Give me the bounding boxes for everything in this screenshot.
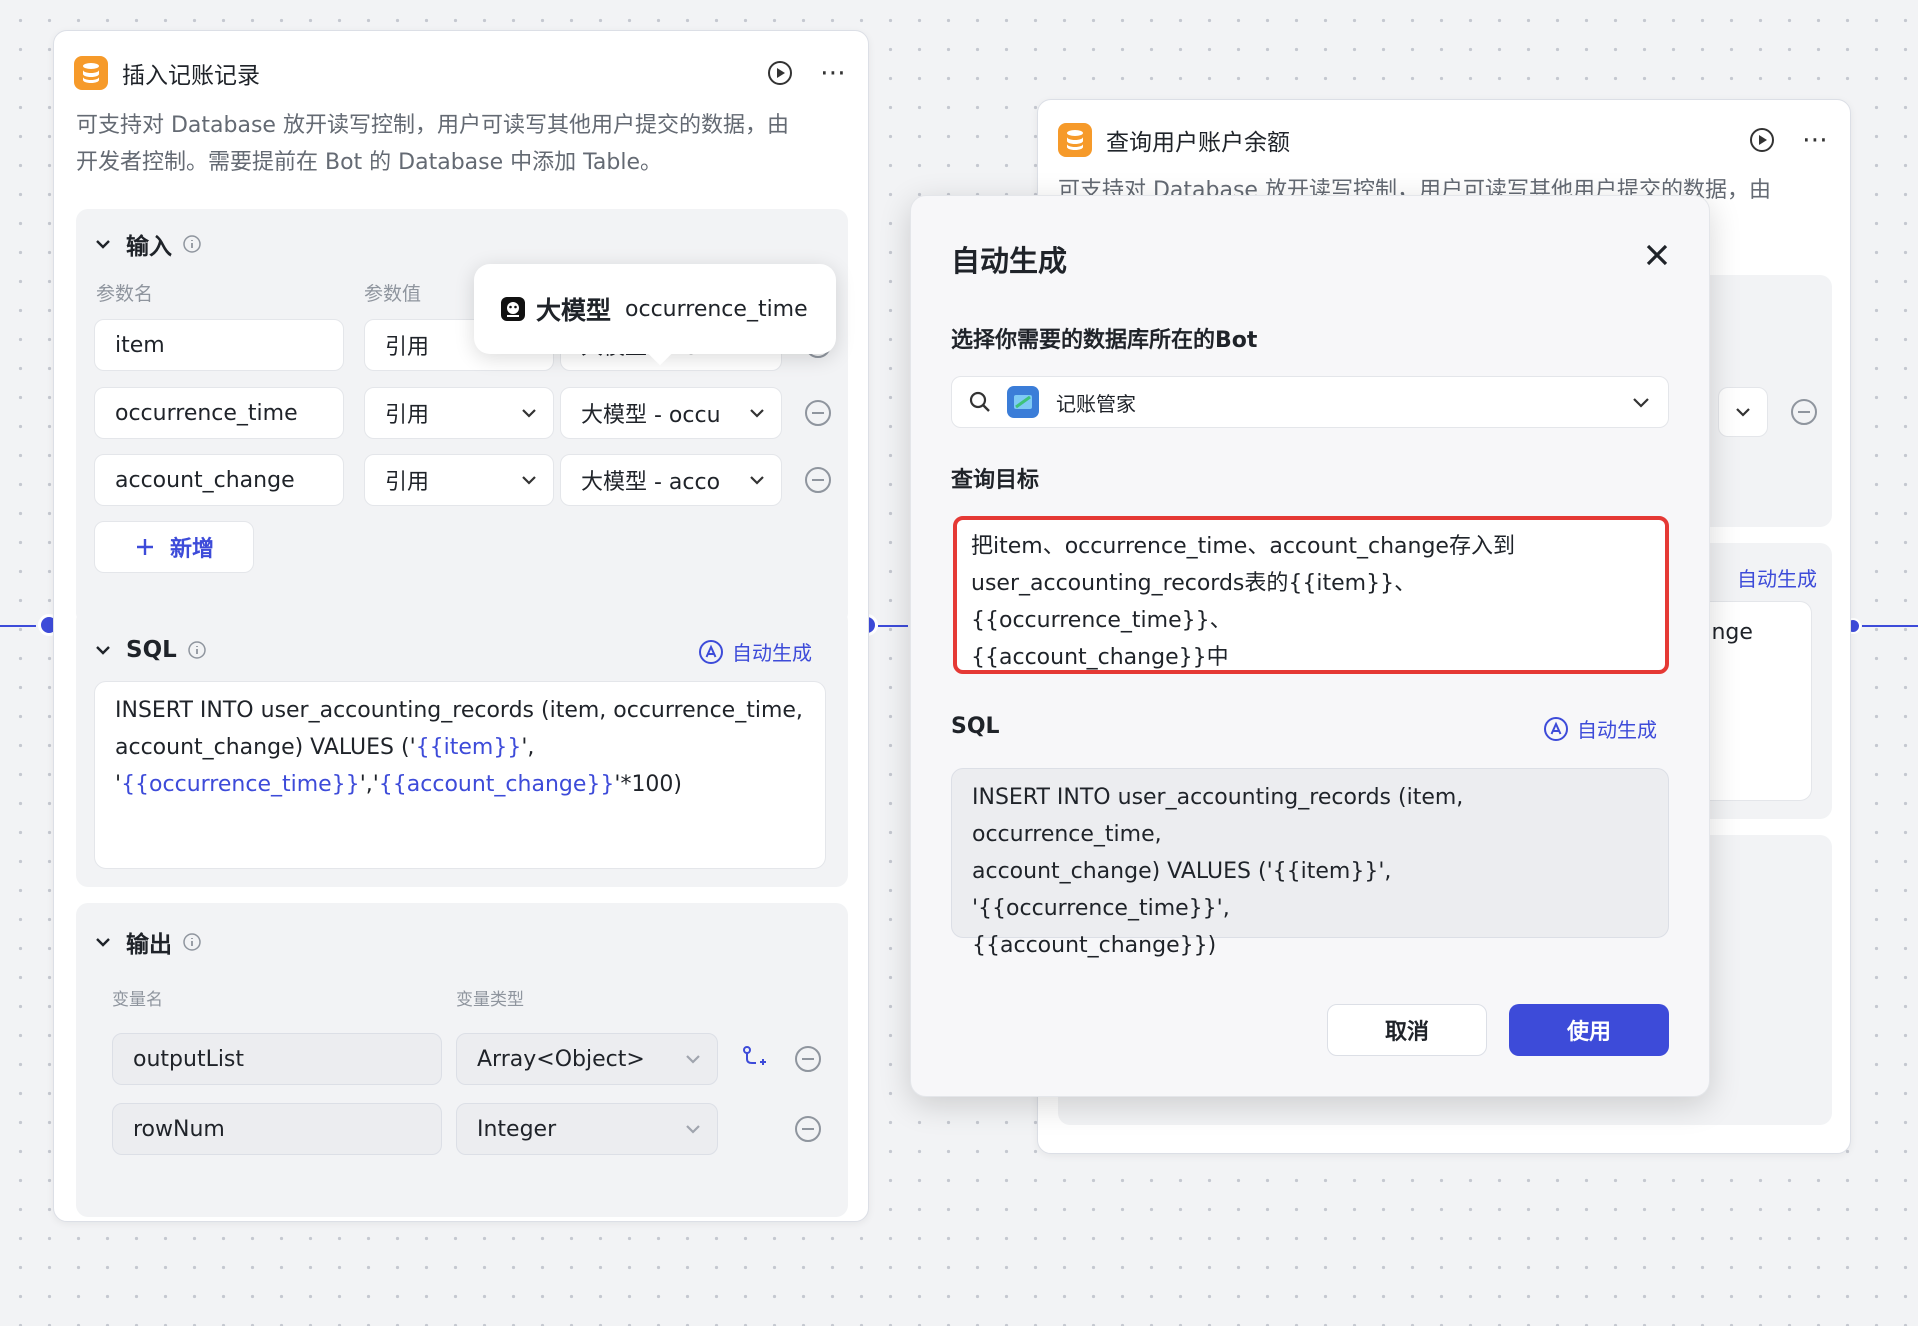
database-icon <box>74 56 108 90</box>
info-icon[interactable] <box>182 932 202 952</box>
plus-icon <box>136 539 153 555</box>
close-icon[interactable] <box>1644 242 1670 268</box>
remove-param-icon[interactable] <box>1788 396 1820 428</box>
ref-value-select[interactable]: 大模型 - occu <box>560 387 782 439</box>
ref-type-select[interactable]: 引用 <box>364 387 554 439</box>
add-param-button[interactable]: 新增 <box>94 521 254 573</box>
outgoing-wire <box>1862 625 1918 627</box>
param-name-field[interactable]: account_change <box>94 454 344 506</box>
bot-select-label: 选择你需要的数据库所在的Bot <box>951 328 1258 353</box>
chevron-down-icon <box>96 240 110 249</box>
chevron-down-icon <box>750 476 764 485</box>
sql-section-header[interactable]: SQL <box>94 637 207 663</box>
node-title: 插入记账记录 <box>122 63 260 89</box>
output-var-name-field[interactable]: rowNum <box>112 1103 442 1155</box>
info-icon[interactable] <box>182 234 202 254</box>
search-icon <box>969 391 990 412</box>
chevron-down-icon <box>96 646 110 655</box>
connecting-wire <box>878 625 908 627</box>
more-icon[interactable]: ⋯ <box>820 60 848 86</box>
more-icon[interactable]: ⋯ <box>1802 127 1830 153</box>
tooltip-variable-name: occurrence_time <box>625 296 808 322</box>
chevron-down-icon <box>686 1125 700 1134</box>
output-var-type-select[interactable]: Integer <box>456 1103 718 1155</box>
param-name-field[interactable]: occurrence_time <box>94 387 344 439</box>
var-name-column-label: 变量名 <box>112 990 163 1010</box>
query-goal-label: 查询目标 <box>951 468 1040 493</box>
input-section-header[interactable]: 输入 <box>94 227 202 261</box>
chevron-down-icon <box>96 938 110 947</box>
remove-param-icon[interactable] <box>802 397 834 429</box>
param-name-column-label: 参数名 <box>96 283 154 305</box>
ai-generate-icon <box>1544 716 1568 741</box>
query-goal-input[interactable]: 把item、occurrence_time、account_change存入到 … <box>953 516 1669 674</box>
node-description: 可支持对 Database 放开读写控制，用户可读写其他用户提交的数据，由 开发… <box>76 113 789 175</box>
variable-tooltip: 大模型 occurrence_time <box>474 264 836 354</box>
chevron-down-icon <box>522 476 536 485</box>
remove-output-icon[interactable] <box>792 1113 824 1145</box>
remove-param-icon[interactable] <box>802 464 834 496</box>
chevron-down-icon <box>1736 408 1750 417</box>
cancel-button[interactable]: 取消 <box>1327 1004 1487 1056</box>
play-icon[interactable] <box>1748 126 1776 154</box>
output-var-name-field[interactable]: outputList <box>112 1033 442 1085</box>
play-icon[interactable] <box>766 59 794 87</box>
bot-select[interactable]: 记账管家 <box>951 376 1669 428</box>
chevron-down-icon <box>750 409 764 418</box>
node-title: 查询用户账户余额 <box>1106 130 1290 156</box>
insert-record-node[interactable]: 插入记账记录 ⋯ 可支持对 Database 放开读写控制，用户可读写其他用户提… <box>53 30 869 1222</box>
sql-section: SQL 自动生成 INSERT INTO user_accounting_rec… <box>76 609 848 887</box>
chevron-down-icon <box>686 1055 700 1064</box>
tooltip-model-label: 大模型 <box>536 296 612 325</box>
database-icon <box>1058 123 1092 157</box>
incoming-wire <box>0 625 36 627</box>
auto-generate-dialog: 自动生成 选择你需要的数据库所在的Bot 记账管家 查询目标 把item、occ… <box>910 195 1710 1097</box>
var-type-column-label: 变量类型 <box>456 990 524 1010</box>
sql-auto-generate-link[interactable]: 自动生成 <box>1543 714 1657 743</box>
ref-value-select[interactable]: 大模型 - acco <box>560 454 782 506</box>
generated-sql-box[interactable]: INSERT INTO user_accounting_records (ite… <box>951 768 1669 958</box>
param-name-field[interactable]: item <box>94 319 344 371</box>
branch-add-icon[interactable] <box>740 1045 768 1073</box>
output-section: 输出 变量名 变量类型 outputList Array<Object> row… <box>76 903 848 1217</box>
param-value-column-label: 参数值 <box>364 283 422 305</box>
use-button[interactable]: 使用 <box>1509 1004 1669 1056</box>
ref-type-select[interactable]: 引用 <box>364 454 554 506</box>
auto-generate-link[interactable]: 自动生成 <box>698 637 812 666</box>
info-icon[interactable] <box>187 640 207 660</box>
ref-select-caret-area[interactable] <box>1718 387 1768 437</box>
sql-editor[interactable]: ange <box>1698 601 1812 801</box>
output-var-type-select[interactable]: Array<Object> <box>456 1033 718 1085</box>
bot-avatar-icon <box>1007 386 1039 418</box>
auto-generate-link[interactable]: 自动生成 <box>1737 563 1817 592</box>
ai-generate-icon <box>699 639 723 664</box>
remove-output-icon[interactable] <box>792 1043 824 1075</box>
chevron-down-icon <box>1633 398 1649 408</box>
chevron-down-icon <box>522 409 536 418</box>
dialog-title: 自动生成 <box>951 244 1068 278</box>
sql-label: SQL <box>951 714 1000 739</box>
output-section-header[interactable]: 输出 <box>94 925 202 959</box>
sql-editor[interactable]: INSERT INTO user_accounting_records (ite… <box>94 681 826 869</box>
model-avatar-icon <box>501 297 525 321</box>
